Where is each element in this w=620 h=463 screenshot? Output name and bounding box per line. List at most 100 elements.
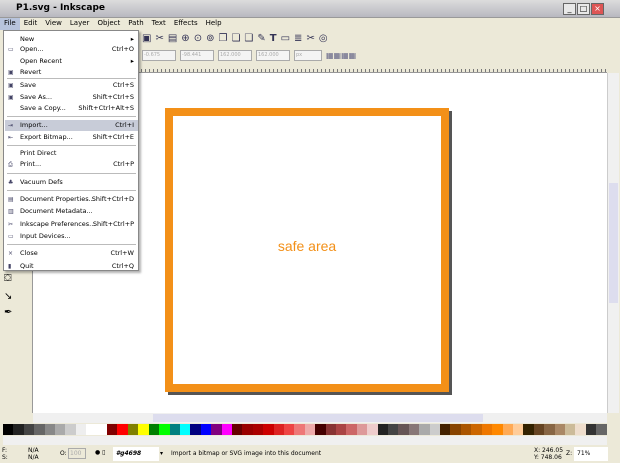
color-swatch[interactable]: [200, 424, 212, 435]
color-swatch[interactable]: [398, 424, 409, 435]
color-swatch[interactable]: [55, 424, 66, 435]
x-field[interactable]: -0.675: [142, 49, 176, 61]
color-swatch[interactable]: [492, 424, 503, 435]
color-swatch[interactable]: [44, 424, 56, 435]
color-swatch[interactable]: [585, 424, 597, 435]
menu-item-print-direct[interactable]: Print Direct: [5, 148, 138, 159]
menu-file[interactable]: File: [0, 18, 20, 30]
color-swatch[interactable]: [75, 424, 87, 435]
fill-stroke-icon[interactable]: ✎: [257, 33, 265, 44]
stroke-value[interactable]: N/A: [28, 454, 39, 461]
cut-icon[interactable]: ✂: [155, 33, 163, 44]
color-swatch[interactable]: [148, 424, 160, 435]
color-swatch[interactable]: [523, 424, 534, 435]
menu-item-input-devices[interactable]: ▭ Input Devices...: [5, 231, 138, 242]
menu-path[interactable]: Path: [124, 18, 147, 30]
transform-toggles-icon[interactable]: ▦▦▦▦: [326, 51, 356, 60]
color-swatch[interactable]: [304, 424, 316, 435]
menu-help[interactable]: Help: [202, 18, 226, 30]
color-swatch[interactable]: [575, 424, 586, 435]
color-swatch[interactable]: [65, 424, 76, 435]
color-swatch[interactable]: [346, 424, 357, 435]
clipboard-icon[interactable]: ▤: [168, 33, 177, 44]
color-swatch[interactable]: [127, 424, 139, 435]
menu-object[interactable]: Object: [93, 18, 124, 30]
color-swatch[interactable]: [96, 424, 108, 435]
text-tool-icon[interactable]: T: [270, 33, 277, 44]
color-swatch[interactable]: [283, 424, 295, 435]
color-swatch[interactable]: [159, 424, 170, 435]
color-swatch[interactable]: [564, 424, 576, 435]
color-swatch[interactable]: [242, 424, 253, 435]
menu-item-import[interactable]: ⇥ Import... Ctrl+I: [5, 120, 138, 131]
paste-icon[interactable]: ▣: [142, 33, 151, 44]
dropper-icon[interactable]: ✒: [4, 307, 12, 318]
color-swatch[interactable]: [419, 424, 430, 435]
y-field[interactable]: -98.441: [180, 49, 214, 61]
zoom-page-icon[interactable]: ⊚: [206, 33, 214, 44]
layer-visibility-icon[interactable]: ● ▯: [95, 449, 105, 456]
menu-item-document-properties[interactable]: ▤ Document Properties... Shift+Ctrl+D: [5, 194, 138, 205]
menu-view[interactable]: View: [41, 18, 66, 30]
color-swatch[interactable]: [86, 424, 97, 435]
menu-item-save[interactable]: ▣ Save Ctrl+S: [5, 80, 138, 91]
menu-effects[interactable]: Effects: [170, 18, 202, 30]
color-swatch[interactable]: [179, 424, 191, 435]
color-swatch[interactable]: [336, 424, 347, 435]
color-palette[interactable]: [3, 424, 607, 435]
horizontal-scrollbar[interactable]: [33, 413, 607, 423]
xml-editor-icon[interactable]: ▭: [281, 33, 290, 44]
palette-scrollbar[interactable]: [3, 436, 607, 445]
color-swatch[interactable]: [408, 424, 420, 435]
zoom-drawing-icon[interactable]: ⊙: [194, 33, 202, 44]
chevron-down-icon[interactable]: ▾: [160, 450, 163, 457]
menu-item-export-bitmap[interactable]: ⇤ Export Bitmap... Shift+Ctrl+E: [5, 132, 138, 143]
preferences-icon[interactable]: ✂: [306, 33, 314, 44]
width-field[interactable]: 162.000: [218, 49, 252, 61]
menu-item-print[interactable]: ⎙ Print... Ctrl+P: [5, 159, 138, 170]
menu-item-save-a-copy[interactable]: Save a Copy... Shift+Ctrl+Alt+S: [5, 103, 138, 114]
color-swatch[interactable]: [429, 424, 441, 435]
ungroup-icon[interactable]: ❑: [244, 33, 253, 44]
vertical-scroll-thumb[interactable]: [609, 183, 618, 303]
menu-text[interactable]: Text: [148, 18, 170, 30]
menu-item-document-metadata[interactable]: ▥ Document Metadata...: [5, 206, 138, 217]
color-swatch[interactable]: [273, 424, 284, 435]
menu-item-save-as[interactable]: ▣ Save As... Shift+Ctrl+S: [5, 92, 138, 103]
color-swatch[interactable]: [263, 424, 274, 435]
color-swatch[interactable]: [221, 424, 232, 435]
vertical-scrollbar[interactable]: [607, 73, 619, 413]
color-swatch[interactable]: [117, 424, 128, 435]
color-swatch[interactable]: [440, 424, 451, 435]
color-swatch[interactable]: [23, 424, 35, 435]
align-icon[interactable]: ≣: [294, 33, 302, 44]
color-swatch[interactable]: [471, 424, 482, 435]
maximize-button[interactable]: □: [577, 3, 590, 15]
color-swatch[interactable]: [481, 424, 493, 435]
color-swatch[interactable]: [107, 424, 118, 435]
color-swatch[interactable]: [3, 424, 14, 435]
opacity-field[interactable]: 100: [68, 448, 86, 459]
color-swatch[interactable]: [252, 424, 264, 435]
color-swatch[interactable]: [502, 424, 513, 435]
color-swatch[interactable]: [294, 424, 305, 435]
color-swatch[interactable]: [377, 424, 389, 435]
menu-item-inkscape-preferences[interactable]: ✂ Inkscape Preferences... Shift+Ctrl+P: [5, 219, 138, 230]
color-swatch[interactable]: [325, 424, 336, 435]
menu-item-vacuum-defs[interactable]: ♣ Vacuum Defs: [5, 177, 138, 188]
color-swatch[interactable]: [13, 424, 24, 435]
color-swatch[interactable]: [231, 424, 243, 435]
minimize-button[interactable]: _: [563, 3, 576, 15]
color-swatch[interactable]: [190, 424, 201, 435]
menu-item-close[interactable]: × Close Ctrl+W: [5, 248, 138, 259]
color-swatch[interactable]: [356, 424, 368, 435]
color-swatch[interactable]: [367, 424, 378, 435]
color-swatch[interactable]: [388, 424, 399, 435]
color-swatch[interactable]: [211, 424, 222, 435]
zoom-field[interactable]: 71%: [574, 447, 608, 461]
menu-item-open[interactable]: ▭ Open... Ctrl+O: [5, 44, 138, 55]
color-swatch[interactable]: [596, 424, 607, 435]
color-swatch[interactable]: [138, 424, 149, 435]
color-swatch[interactable]: [544, 424, 555, 435]
color-swatch[interactable]: [533, 424, 545, 435]
